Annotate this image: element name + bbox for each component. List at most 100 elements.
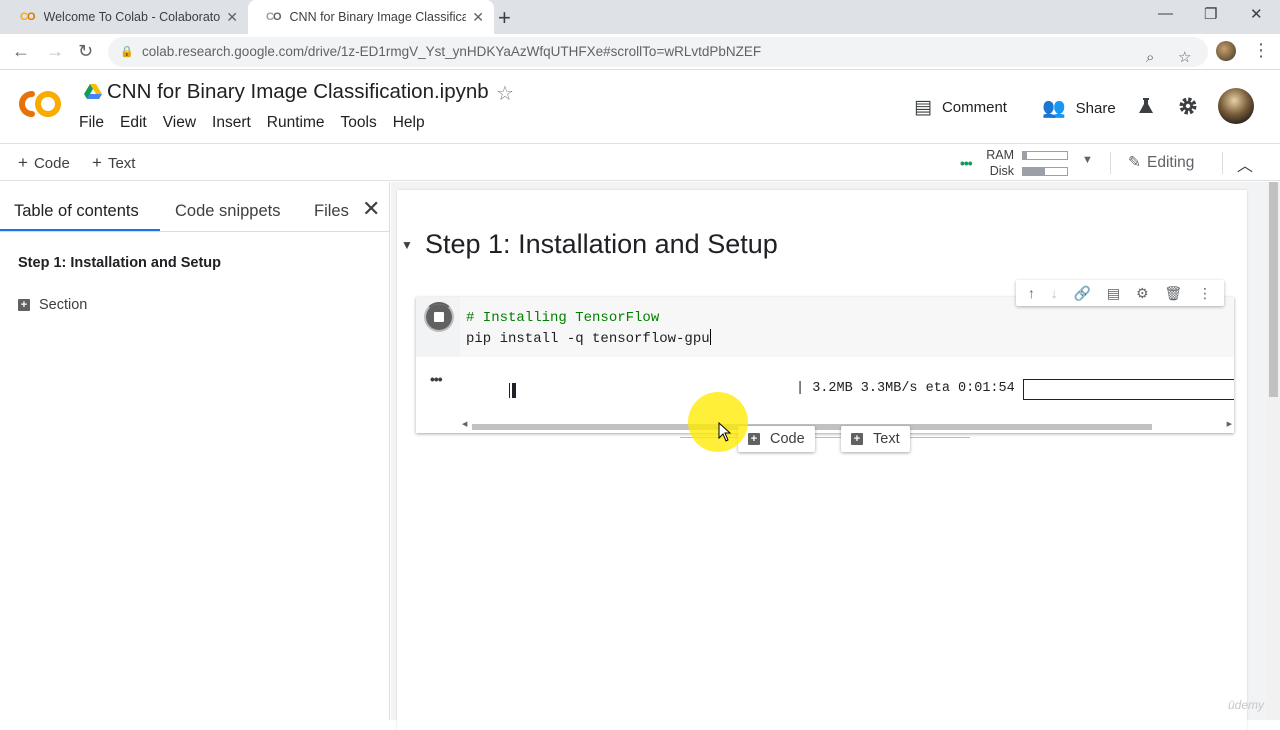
udemy-watermark: ūdemy	[1228, 698, 1265, 712]
menu-tools[interactable]: Tools	[341, 114, 377, 132]
cell-toolbar: ↑ ↓ 🔗 ▤ ⚙ 🗑 ⋮	[1016, 280, 1224, 306]
close-window-icon[interactable]: ✕	[1250, 5, 1263, 23]
delete-cell-icon[interactable]: 🗑	[1164, 285, 1182, 302]
share-label: Share	[1075, 99, 1116, 117]
link-to-cell-icon[interactable]: 🔗	[1074, 285, 1091, 302]
colab-favicon-icon: CO	[266, 11, 281, 23]
url-field[interactable]: 🔒 colab.research.google.com/drive/1z-ED1…	[108, 37, 1208, 67]
move-cell-up-icon[interactable]: ↑	[1028, 285, 1035, 301]
notebook-page	[397, 190, 1247, 730]
browser-profile-avatar[interactable]	[1216, 41, 1236, 61]
tab-title: CNN for Binary Image Classification	[289, 10, 466, 24]
insert-code-label: Code	[770, 431, 805, 447]
editing-mode-button[interactable]: ✎ Editing	[1128, 153, 1194, 172]
code-line: pip install -q tensorflow-gpu	[466, 331, 710, 347]
output-cursor	[509, 383, 510, 398]
divider	[0, 231, 390, 232]
chevron-up-icon[interactable]: ︿	[1237, 152, 1253, 176]
ram-usage-fill	[1023, 152, 1028, 159]
move-cell-down-icon[interactable]: ↓	[1051, 285, 1058, 301]
divider	[1222, 152, 1223, 174]
insert-text-cell-button[interactable]: + Text	[841, 426, 910, 452]
output-cursor-block	[512, 383, 516, 398]
ram-usage-bar	[1022, 151, 1068, 160]
notebook-area	[391, 182, 1267, 730]
add-text-label: Text	[107, 155, 136, 172]
download-progress-bar	[1023, 379, 1234, 400]
url-text: colab.research.google.com/drive/1z-ED1rm…	[142, 44, 762, 59]
download-progress-text: | 3.2MB 3.3MB/s eta 0:01:54	[796, 381, 1015, 396]
flask-icon[interactable]	[1137, 97, 1155, 115]
bookmark-star-icon[interactable]: ☆	[1178, 43, 1191, 73]
ram-label: RAM	[986, 148, 1014, 162]
code-comment: # Installing TensorFlow	[466, 310, 660, 326]
tab-code-snippets[interactable]: Code snippets	[175, 202, 281, 221]
tab-files[interactable]: Files	[314, 202, 349, 221]
code-cell[interactable]: # Installing TensorFlow pip install -q t…	[416, 297, 1234, 433]
minimize-icon[interactable]: —	[1158, 5, 1173, 22]
reload-icon[interactable]: ↻	[78, 41, 93, 62]
resource-monitor[interactable]: ••• RAM Disk ▼	[960, 147, 1100, 179]
comment-button[interactable]: ▤ Comment	[914, 96, 1007, 119]
menu-insert[interactable]: Insert	[212, 114, 251, 132]
section-heading[interactable]: Step 1: Installation and Setup	[425, 229, 778, 260]
plus-icon: +	[18, 153, 28, 172]
insert-text-label: Text	[873, 431, 900, 447]
back-arrow-icon[interactable]: ←	[12, 41, 30, 62]
menu-help[interactable]: Help	[393, 114, 425, 132]
tab-table-of-contents[interactable]: Table of contents	[14, 202, 139, 221]
browser-menu-icon[interactable]: ⋮	[1252, 40, 1270, 61]
output-menu-icon[interactable]: •••	[430, 371, 443, 387]
disk-label: Disk	[989, 164, 1014, 178]
notebook-title[interactable]: CNN for Binary Image Classification.ipyn…	[107, 80, 489, 104]
google-drive-icon[interactable]	[84, 84, 102, 100]
new-tab-icon[interactable]: +	[498, 5, 511, 31]
insert-code-cell-button[interactable]: + Code	[738, 426, 815, 452]
user-avatar[interactable]	[1218, 88, 1254, 124]
toc-item-section[interactable]: + Section	[18, 297, 87, 313]
settings-gear-icon[interactable]	[1178, 96, 1198, 116]
stop-execution-button[interactable]	[426, 304, 452, 330]
chevron-down-icon[interactable]: ▼	[1082, 154, 1093, 166]
close-tab-icon[interactable]: ✕	[472, 9, 484, 26]
menu-edit[interactable]: Edit	[120, 114, 147, 132]
zoom-icon[interactable]: ⌕	[1146, 43, 1154, 73]
lock-icon: 🔒	[120, 46, 134, 58]
vertical-scrollbar[interactable]	[1267, 182, 1280, 720]
menu-file[interactable]: File	[79, 114, 104, 132]
forward-arrow-icon[interactable]: →	[46, 41, 64, 62]
cell-settings-gear-icon[interactable]: ⚙	[1136, 285, 1149, 302]
plus-icon: +	[92, 153, 102, 172]
cell-gutter	[416, 297, 460, 357]
tab-title: Welcome To Colab - Colaboratory	[43, 10, 220, 24]
comment-icon: ▤	[914, 97, 932, 118]
people-icon: 👥	[1042, 98, 1066, 119]
star-notebook-icon[interactable]: ☆	[496, 81, 514, 106]
add-text-cell-button[interactable]: + Text	[92, 153, 135, 173]
disk-usage-bar	[1022, 167, 1068, 176]
toc-item-step1[interactable]: Step 1: Installation and Setup	[18, 255, 221, 271]
more-options-icon[interactable]: ⋮	[1198, 285, 1212, 302]
scroll-right-icon[interactable]: ▶	[1227, 420, 1232, 428]
menu-view[interactable]: View	[163, 114, 196, 132]
comment-label: Comment	[941, 99, 1007, 116]
colab-logo-icon[interactable]	[16, 88, 62, 120]
add-section-icon: +	[18, 299, 30, 311]
mouse-pointer-icon	[718, 422, 732, 442]
notebook-toolbar: + Code + Text ••• RAM Disk ▼ ✎ Editing ︿	[0, 143, 1280, 181]
share-button[interactable]: 👥 Share	[1042, 96, 1116, 120]
add-comment-icon[interactable]: ▤	[1107, 285, 1120, 302]
code-editor[interactable]: # Installing TensorFlow pip install -q t…	[460, 297, 1234, 357]
menu-runtime[interactable]: Runtime	[267, 114, 325, 132]
scroll-left-icon[interactable]: ◀	[462, 420, 467, 428]
scrollbar-thumb[interactable]	[1269, 182, 1278, 397]
close-panel-icon[interactable]: ✕	[362, 196, 380, 222]
browser-tab-cnn[interactable]: CO CNN for Binary Image Classification ✕	[248, 0, 494, 34]
add-code-cell-button[interactable]: + Code	[18, 153, 70, 173]
collapse-section-caret-icon[interactable]: ▼	[401, 238, 413, 252]
browser-tab-welcome[interactable]: CO Welcome To Colab - Colaboratory ✕	[2, 0, 248, 34]
restore-icon[interactable]: ❐	[1204, 5, 1217, 23]
menu-bar: File Edit View Insert Runtime Tools Help	[79, 114, 441, 132]
close-tab-icon[interactable]: ✕	[226, 9, 238, 26]
add-code-label: Code	[33, 155, 70, 172]
